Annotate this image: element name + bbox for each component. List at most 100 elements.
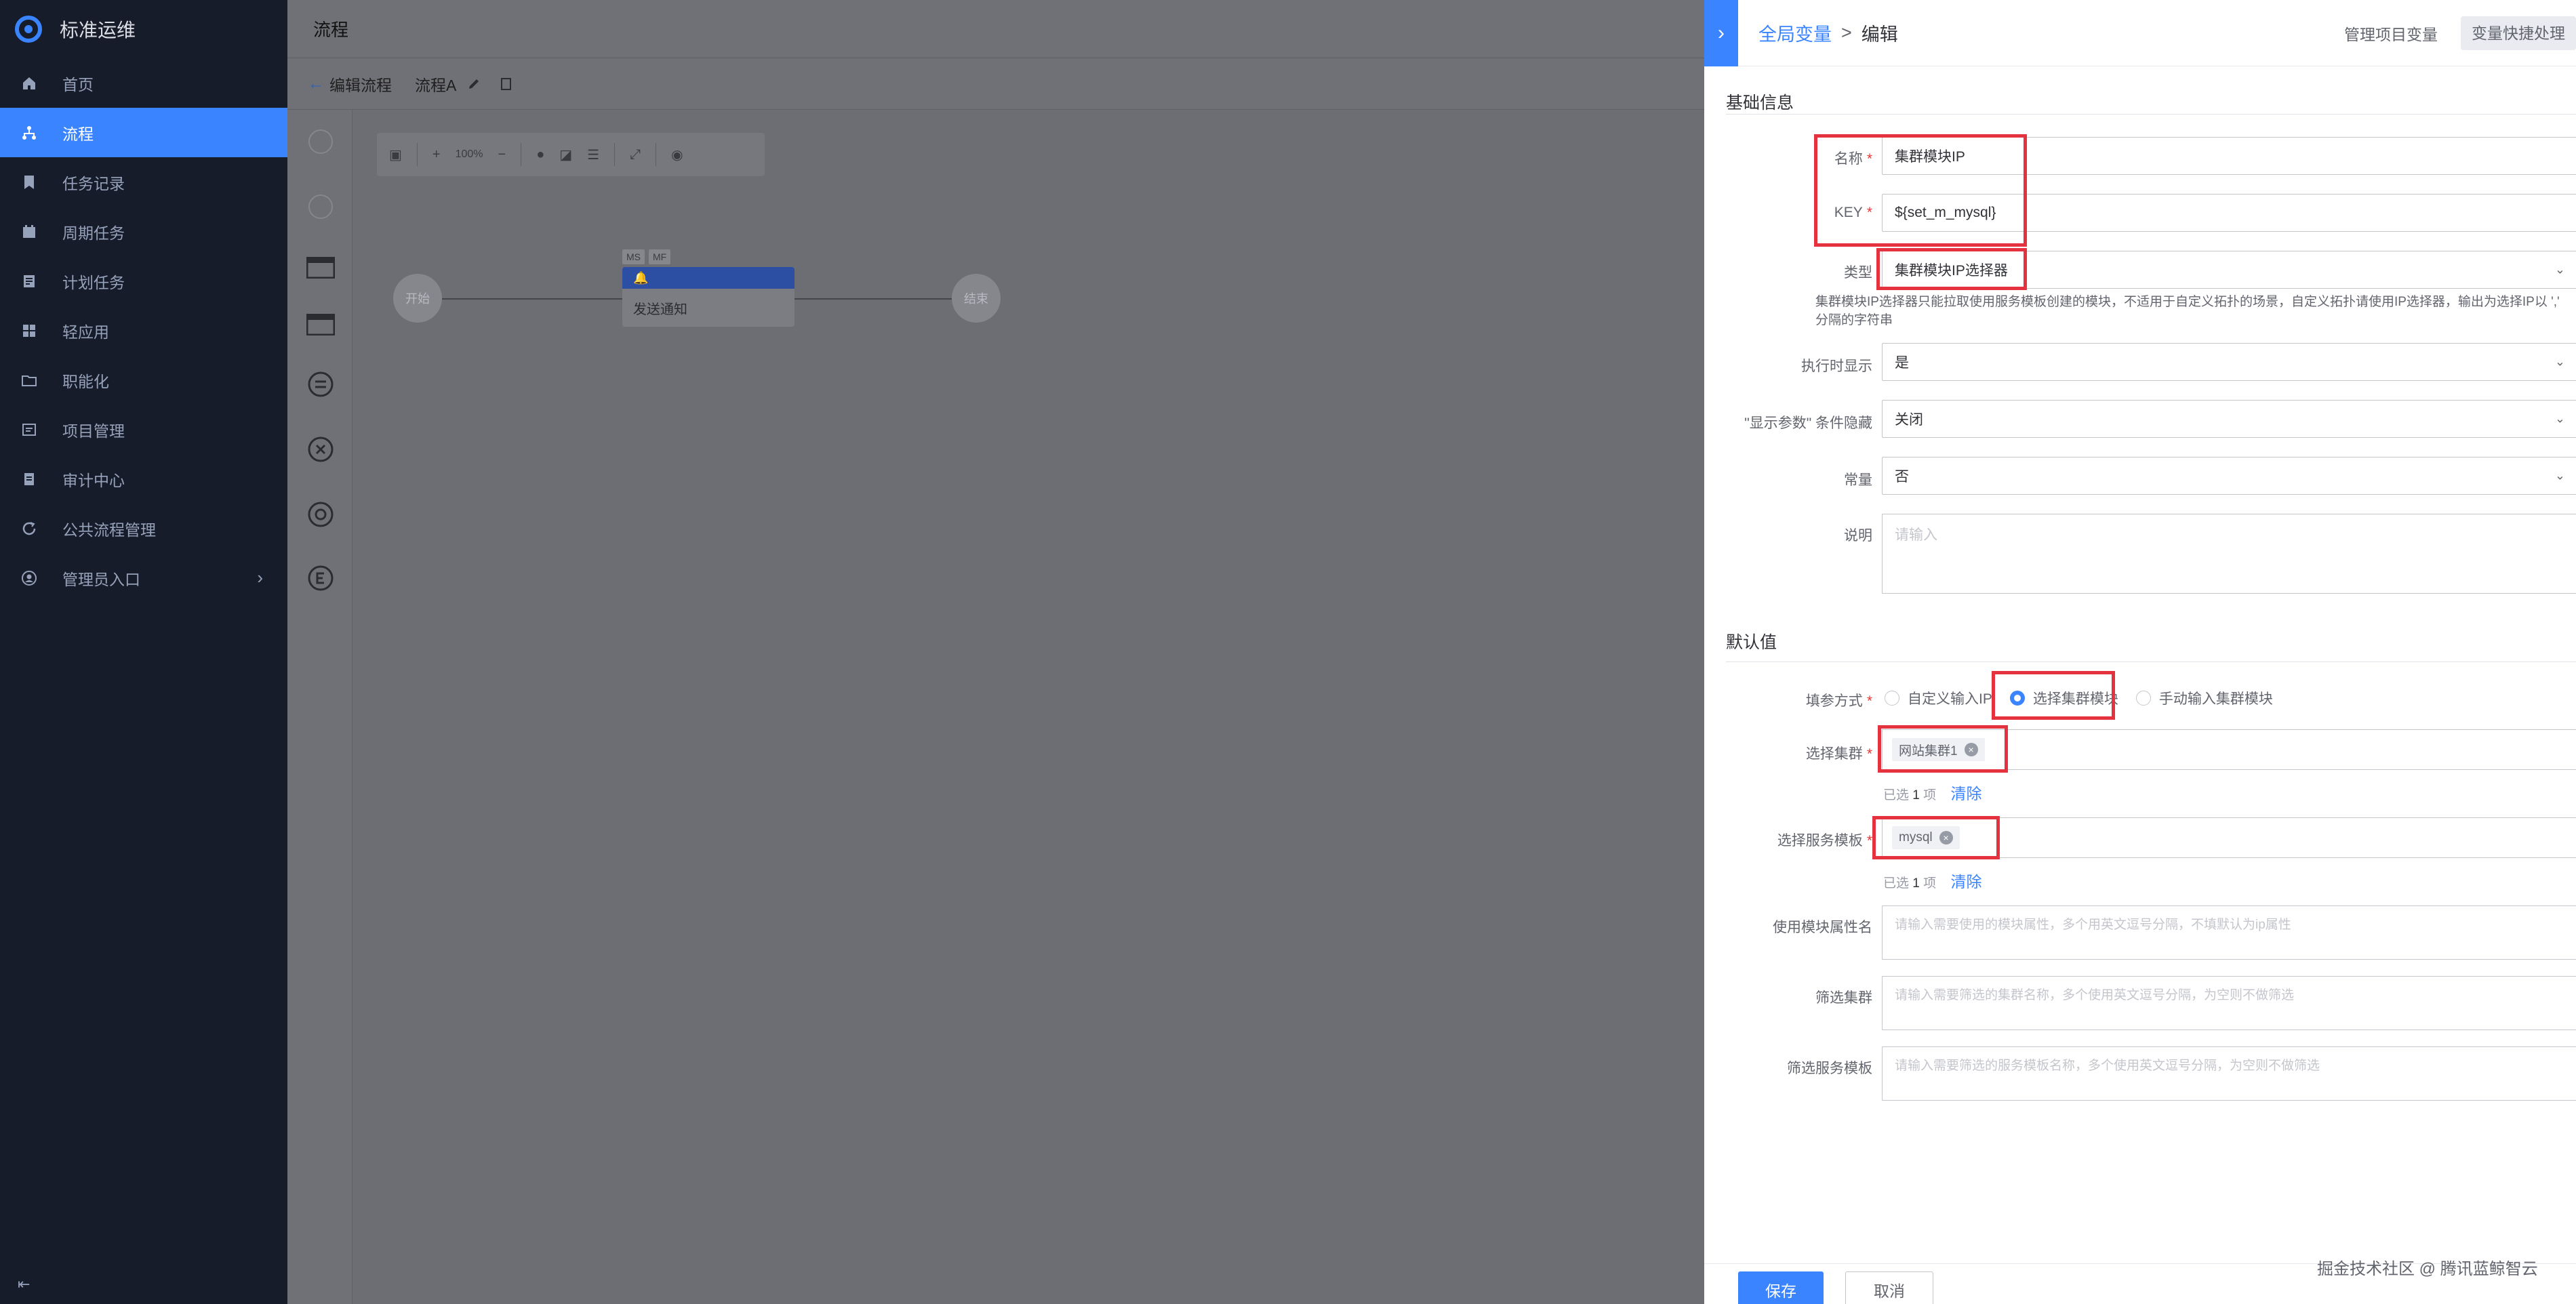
hide-condition-value: 关闭 (1895, 412, 1923, 428)
divider (1726, 661, 2576, 662)
collapse-icon[interactable]: ⇤ (18, 1276, 30, 1293)
flow-icon (19, 123, 39, 143)
show-on-exec-label: 执行时显示 (1801, 359, 1872, 374)
remove-tag-icon[interactable]: × (1939, 831, 1953, 844)
radio-label: 自定义输入IP (1908, 691, 1992, 707)
start-node[interactable]: 开始 (393, 274, 442, 323)
count-suffix: 项 (1923, 876, 1937, 891)
sidebar-item-admin[interactable]: 管理员入口 › (0, 553, 287, 603)
cancel-button[interactable]: 取消 (1845, 1271, 1933, 1304)
service-template-tag: mysql × (1892, 826, 1960, 849)
start-node-palette-icon[interactable] (306, 127, 335, 156)
zoom-out-icon[interactable]: − (498, 147, 506, 163)
audit-icon (19, 469, 39, 489)
show-on-exec-select[interactable]: 是 ⌄ (1882, 343, 2576, 381)
sidebar-item-flow[interactable]: 流程 (0, 108, 287, 157)
converge-gateway-icon[interactable] (306, 500, 335, 529)
save-button[interactable]: 保存 (1738, 1271, 1824, 1304)
end-node[interactable]: 结束 (952, 274, 1001, 323)
brand[interactable]: 标准运维 (0, 0, 287, 58)
edit-icon[interactable] (466, 76, 482, 92)
radio-manual-cluster-module[interactable]: 手动输入集群模块 (2135, 688, 2273, 708)
filter-template-placeholder: 请输入需要筛选的服务模板名称，多个使用英文逗号分隔，为空则不做筛选 (1895, 1059, 2320, 1073)
module-attr-placeholder: 请输入需要使用的模块属性，多个用英文逗号分隔，不填默认为ip属性 (1895, 918, 2291, 932)
manage-project-variables-link[interactable]: 管理项目变量 (2344, 22, 2438, 45)
task-node-palette-icon[interactable] (306, 253, 335, 282)
format-icon[interactable]: ◪ (559, 146, 572, 163)
task-node[interactable]: 🔔 发送通知 (622, 267, 794, 327)
key-input[interactable]: ${set_m_mysql} (1882, 194, 2576, 232)
sidebar-item-label: 首页 (62, 75, 94, 94)
end-node-label: 结束 (964, 292, 988, 306)
fill-mode-radio-group: 自定义输入IP 选择集群模块 手动输入集群模块 (1885, 685, 2291, 712)
user-icon (19, 568, 39, 588)
zoom-in-icon[interactable]: + (432, 147, 441, 163)
service-template-select[interactable]: mysql × (1882, 817, 2576, 858)
panel-header: 全局变量 > 编辑 管理项目变量 变量快捷处理 (1738, 0, 2576, 66)
remove-tag-icon[interactable]: × (1964, 743, 1978, 756)
flow-name: 流程A (415, 76, 457, 94)
bookmark-icon (19, 172, 39, 192)
fill-mode-label: 填参方式 * (1805, 693, 1872, 709)
back-arrow-icon[interactable]: ← (308, 75, 324, 94)
clear-service-template-link[interactable]: 清除 (1950, 873, 1981, 891)
hide-condition-select[interactable]: 关闭 ⌄ (1882, 400, 2576, 438)
flow-edge (794, 298, 953, 300)
subprocess-palette-icon[interactable] (306, 310, 335, 339)
folder-icon (19, 370, 39, 390)
reset-icon[interactable]: ● (536, 147, 544, 163)
conditional-gateway-icon[interactable] (306, 564, 335, 592)
exclusive-gateway-icon[interactable] (306, 435, 335, 464)
chevron-right-icon[interactable]: › (1704, 0, 1738, 66)
sidebar-item-label: 任务记录 (62, 174, 125, 192)
cluster-label-text: 选择集群 (1805, 746, 1863, 762)
preview-icon[interactable]: ◉ (671, 146, 683, 163)
radio-custom-ip[interactable]: 自定义输入IP (1885, 688, 1992, 708)
refresh-icon (19, 518, 39, 539)
sidebar-item-functionalization[interactable]: 职能化 (0, 355, 287, 405)
cluster-select[interactable]: 网站集群1 × (1882, 729, 2576, 770)
section-basic-info: 基础信息 (1726, 94, 1794, 113)
parallel-gateway-icon[interactable] (306, 370, 335, 399)
radio-select-cluster-module[interactable]: 选择集群模块 (2009, 688, 2118, 708)
clear-cluster-link[interactable]: 清除 (1950, 785, 1981, 802)
radio-dot (2135, 691, 2151, 706)
back-label[interactable]: 编辑流程 (329, 73, 392, 96)
name-value: 集群模块IP (1895, 149, 1965, 165)
flow-edge (442, 298, 622, 300)
hide-condition-label: "显示参数" 条件隐藏 (1744, 415, 1872, 431)
select-icon[interactable]: ☰ (587, 146, 599, 163)
type-label: 类型 (1844, 265, 1872, 281)
sidebar-item-task-records[interactable]: 任务记录 (0, 157, 287, 207)
plan-icon (19, 271, 39, 291)
flow-settings-icon[interactable] (498, 76, 515, 92)
fullscreen-icon[interactable]: ⤢ (630, 147, 641, 163)
variable-quick-action-button[interactable]: 变量快捷处理 (2461, 16, 2576, 50)
fill-mode-label-text: 填参方式 (1805, 693, 1863, 709)
sidebar-item-planned-tasks[interactable]: 计划任务 (0, 256, 287, 306)
filter-template-label: 筛选服务模板 (1787, 1061, 1872, 1076)
filter-template-input[interactable]: 请输入需要筛选的服务模板名称，多个使用英文逗号分隔，为空则不做筛选 (1882, 1046, 2576, 1101)
filter-cluster-input[interactable]: 请输入需要筛选的集群名称，多个使用英文逗号分隔，为空则不做筛选 (1882, 976, 2576, 1030)
module-attr-input[interactable]: 请输入需要使用的模块属性，多个用英文逗号分隔，不填默认为ip属性 (1882, 905, 2576, 960)
sidebar-item-project-management[interactable]: 项目管理 (0, 405, 287, 454)
sidebar-item-public-flows[interactable]: 公共流程管理 (0, 504, 287, 553)
sidebar-item-home[interactable]: 首页 (0, 58, 287, 108)
type-help-text: 集群模块IP选择器只能拉取使用服务模板创建的模块，不适用于自定义拓扑的场景，自定… (1815, 295, 2560, 327)
thumbnail-icon[interactable]: ▣ (389, 146, 402, 163)
constant-select[interactable]: 否 ⌄ (1882, 457, 2576, 495)
constant-value: 否 (1895, 469, 1909, 485)
sidebar-item-light-apps[interactable]: 轻应用 (0, 306, 287, 355)
cluster-tag: 网站集群1 × (1892, 738, 1985, 761)
sidebar-item-periodic-tasks[interactable]: 周期任务 (0, 207, 287, 256)
count-value: 1 (1912, 788, 1920, 802)
type-select[interactable]: 集群模块IP选择器 ⌄ (1882, 251, 2576, 289)
name-input[interactable]: 集群模块IP (1882, 137, 2576, 175)
description-textarea[interactable]: 请输入 (1882, 514, 2576, 594)
panel-header-actions: 管理项目变量 变量快捷处理 (2344, 0, 2576, 66)
cluster-tag-label: 网站集群1 (1899, 743, 1958, 758)
count-value: 1 (1912, 876, 1920, 891)
breadcrumb-global-variables[interactable]: 全局变量 (1758, 20, 1832, 46)
sidebar-item-audit-center[interactable]: 审计中心 (0, 454, 287, 504)
end-node-palette-icon[interactable] (306, 192, 335, 221)
